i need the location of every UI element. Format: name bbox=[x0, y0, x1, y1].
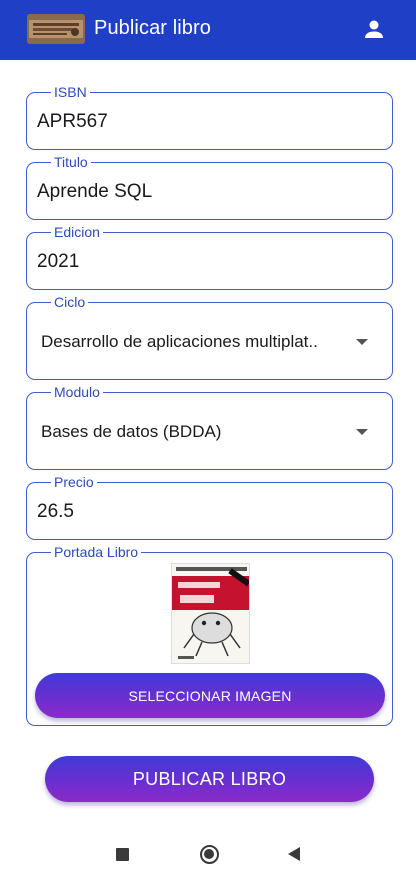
page-title: Publicar libro bbox=[94, 17, 212, 39]
system-navigation-bar bbox=[0, 830, 416, 875]
recents-icon[interactable] bbox=[116, 848, 129, 861]
chevron-down-icon[interactable] bbox=[356, 339, 368, 345]
isbn-label: ISBN bbox=[51, 84, 90, 100]
modulo-select[interactable]: Modulo Bases de datos (BDDA) bbox=[26, 384, 393, 470]
edicion-field[interactable]: Edicion 2021 bbox=[26, 224, 393, 290]
precio-field[interactable]: Precio 26.5 bbox=[26, 474, 393, 540]
edicion-label: Edicion bbox=[51, 224, 103, 240]
titulo-value[interactable]: Aprende SQL bbox=[37, 181, 152, 203]
chevron-down-icon[interactable] bbox=[356, 429, 368, 435]
home-icon[interactable] bbox=[200, 845, 219, 864]
book-cover-image bbox=[171, 563, 250, 664]
account-icon[interactable] bbox=[362, 17, 386, 41]
ciclo-label: Ciclo bbox=[51, 294, 89, 310]
isbn-field[interactable]: ISBN APR567 bbox=[26, 84, 393, 150]
portada-label: Portada Libro bbox=[51, 544, 142, 560]
back-icon[interactable] bbox=[288, 847, 300, 861]
app-bar: Publicar libro bbox=[0, 0, 416, 60]
ciclo-value[interactable]: Desarrollo de aplicaciones multiplat.. bbox=[41, 332, 341, 352]
book-logo-icon bbox=[27, 14, 85, 44]
precio-value[interactable]: 26.5 bbox=[37, 501, 74, 523]
publish-book-button[interactable]: PUBLICAR LIBRO bbox=[45, 756, 374, 802]
ciclo-select[interactable]: Ciclo Desarrollo de aplicaciones multipl… bbox=[26, 294, 393, 380]
precio-label: Precio bbox=[51, 474, 97, 490]
modulo-label: Modulo bbox=[51, 384, 103, 400]
titulo-field[interactable]: Titulo Aprende SQL bbox=[26, 154, 393, 220]
edicion-value[interactable]: 2021 bbox=[37, 251, 79, 273]
titulo-label: Titulo bbox=[51, 154, 91, 170]
isbn-value[interactable]: APR567 bbox=[37, 111, 108, 133]
modulo-value[interactable]: Bases de datos (BDDA) bbox=[41, 422, 341, 442]
select-image-button[interactable]: SELECCIONAR IMAGEN bbox=[35, 673, 385, 718]
